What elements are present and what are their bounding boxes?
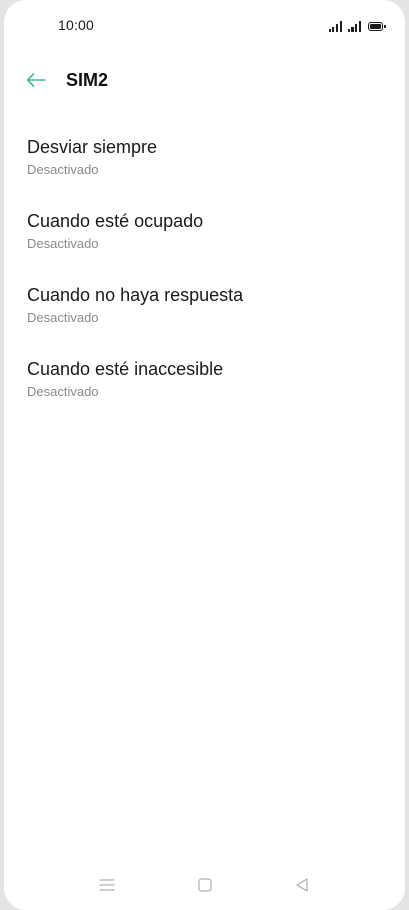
option-title: Cuando no haya respuesta bbox=[27, 285, 244, 305]
arrow-left-icon bbox=[26, 73, 46, 87]
option-forward-always[interactable]: Desviar siempre Desactivado bbox=[4, 118, 405, 192]
option-status: Desactivado bbox=[27, 162, 99, 177]
status-time: 10:00 bbox=[58, 17, 95, 33]
nav-back-button[interactable] bbox=[287, 872, 317, 898]
option-forward-when-busy[interactable]: Cuando esté ocupado Desactivado bbox=[4, 192, 405, 266]
option-title: Cuando esté ocupado bbox=[27, 211, 204, 231]
option-title: Desviar siempre bbox=[27, 137, 158, 157]
menu-icon bbox=[99, 879, 115, 891]
back-button[interactable] bbox=[18, 62, 54, 98]
home-icon bbox=[198, 878, 212, 892]
page-title: SIM2 bbox=[66, 70, 109, 90]
nav-home-button[interactable] bbox=[190, 872, 220, 898]
option-forward-when-unreachable[interactable]: Cuando esté inaccesible Desactivado bbox=[4, 340, 405, 414]
back-icon bbox=[296, 878, 308, 892]
status-bar: 10:00 bbox=[4, 0, 405, 50]
navigation-bar bbox=[4, 862, 405, 910]
device-frame: 10:00 SIM2 Desviar siempre Desactivado C… bbox=[0, 0, 409, 910]
status-icons bbox=[328, 18, 386, 32]
app-bar: SIM2 bbox=[4, 58, 405, 104]
call-forwarding-options-list: Desviar siempre Desactivado Cuando esté … bbox=[4, 118, 405, 414]
screen: 10:00 SIM2 Desviar siempre Desactivado C… bbox=[4, 0, 405, 910]
battery-icon bbox=[368, 22, 386, 31]
option-forward-when-unanswered[interactable]: Cuando no haya respuesta Desactivado bbox=[4, 266, 405, 340]
signal-sim1-icon bbox=[328, 21, 342, 32]
nav-menu-button[interactable] bbox=[92, 872, 122, 898]
option-status: Desactivado bbox=[27, 384, 99, 399]
option-title: Cuando esté inaccesible bbox=[27, 359, 224, 379]
option-status: Desactivado bbox=[27, 236, 99, 251]
signal-sim2-icon bbox=[347, 21, 361, 32]
option-status: Desactivado bbox=[27, 310, 99, 325]
